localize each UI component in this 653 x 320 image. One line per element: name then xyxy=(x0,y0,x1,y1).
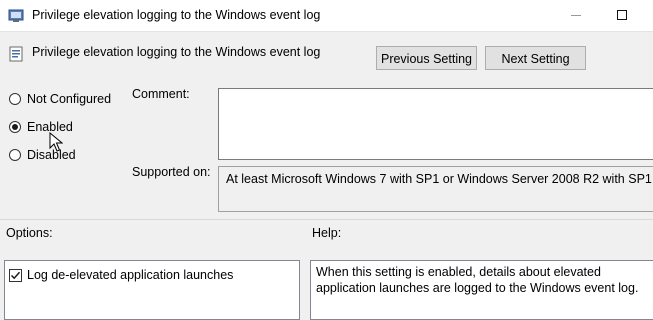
radio-button[interactable] xyxy=(9,121,21,133)
comment-label: Comment: xyxy=(132,87,190,101)
window-title: Privilege elevation logging to the Windo… xyxy=(32,8,321,22)
mouse-cursor-icon xyxy=(49,132,63,152)
section-divider xyxy=(0,219,653,220)
supported-on-label: Supported on: xyxy=(132,165,211,179)
previous-setting-button[interactable]: Previous Setting xyxy=(376,46,477,70)
minimize-button[interactable] xyxy=(553,0,599,31)
log-de-elevated-checkbox[interactable] xyxy=(9,268,22,282)
help-pane: When this setting is enabled, details ab… xyxy=(310,260,653,320)
supported-on-value: At least Microsoft Windows 7 with SP1 or… xyxy=(218,166,653,212)
title-bar: Privilege elevation logging to the Windo… xyxy=(0,0,653,32)
policy-setting-icon xyxy=(9,46,23,62)
maximize-icon xyxy=(617,10,627,20)
checkbox-label: Log de-elevated application launches xyxy=(27,268,234,282)
log-de-elevated-checkbox-row[interactable]: Log de-elevated application launches xyxy=(9,268,233,282)
radio-enabled[interactable]: Enabled xyxy=(9,119,73,135)
comment-field[interactable] xyxy=(218,88,653,160)
minimize-icon xyxy=(571,15,581,16)
radio-button[interactable] xyxy=(9,93,21,105)
help-label: Help: xyxy=(312,226,342,240)
setting-title: Privilege elevation logging to the Windo… xyxy=(32,45,321,59)
radio-not-configured[interactable]: Not Configured xyxy=(9,91,111,107)
radio-label: Not Configured xyxy=(27,92,112,106)
policy-setting-icon xyxy=(8,9,24,22)
radio-disabled[interactable]: Disabled xyxy=(9,147,76,163)
options-pane: Log de-elevated application launches xyxy=(4,260,300,320)
next-setting-button[interactable]: Next Setting xyxy=(485,46,586,70)
checkmark-icon xyxy=(10,271,21,279)
options-label: Options: xyxy=(6,226,53,240)
maximize-button[interactable] xyxy=(599,0,645,31)
radio-button[interactable] xyxy=(9,149,21,161)
